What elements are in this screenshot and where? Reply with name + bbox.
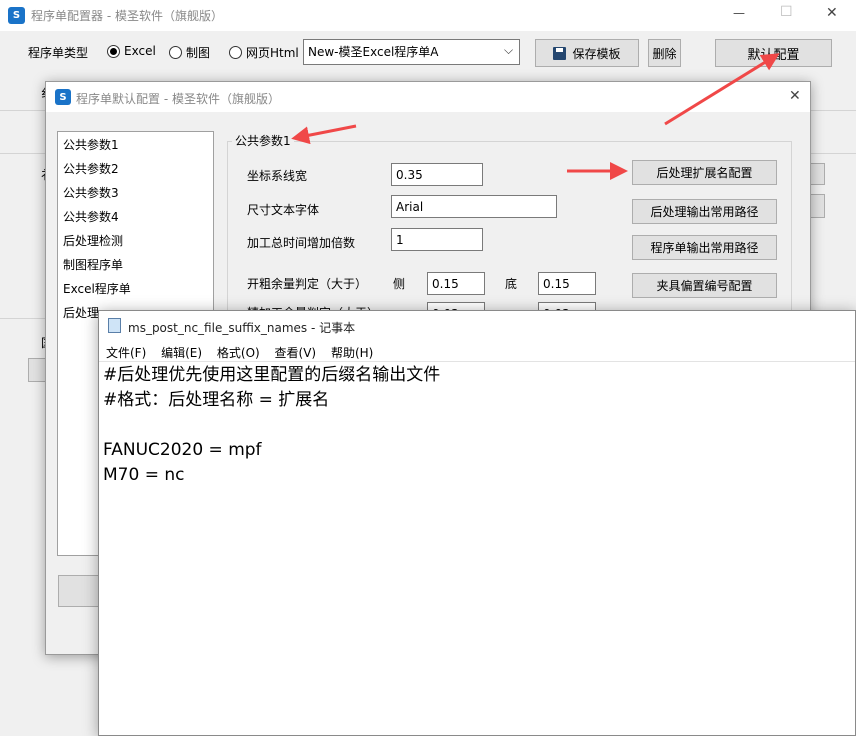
arrow-to-group-title bbox=[291, 124, 357, 145]
annotation-arrows bbox=[291, 53, 780, 180]
arrow-to-default-config bbox=[664, 53, 780, 126]
